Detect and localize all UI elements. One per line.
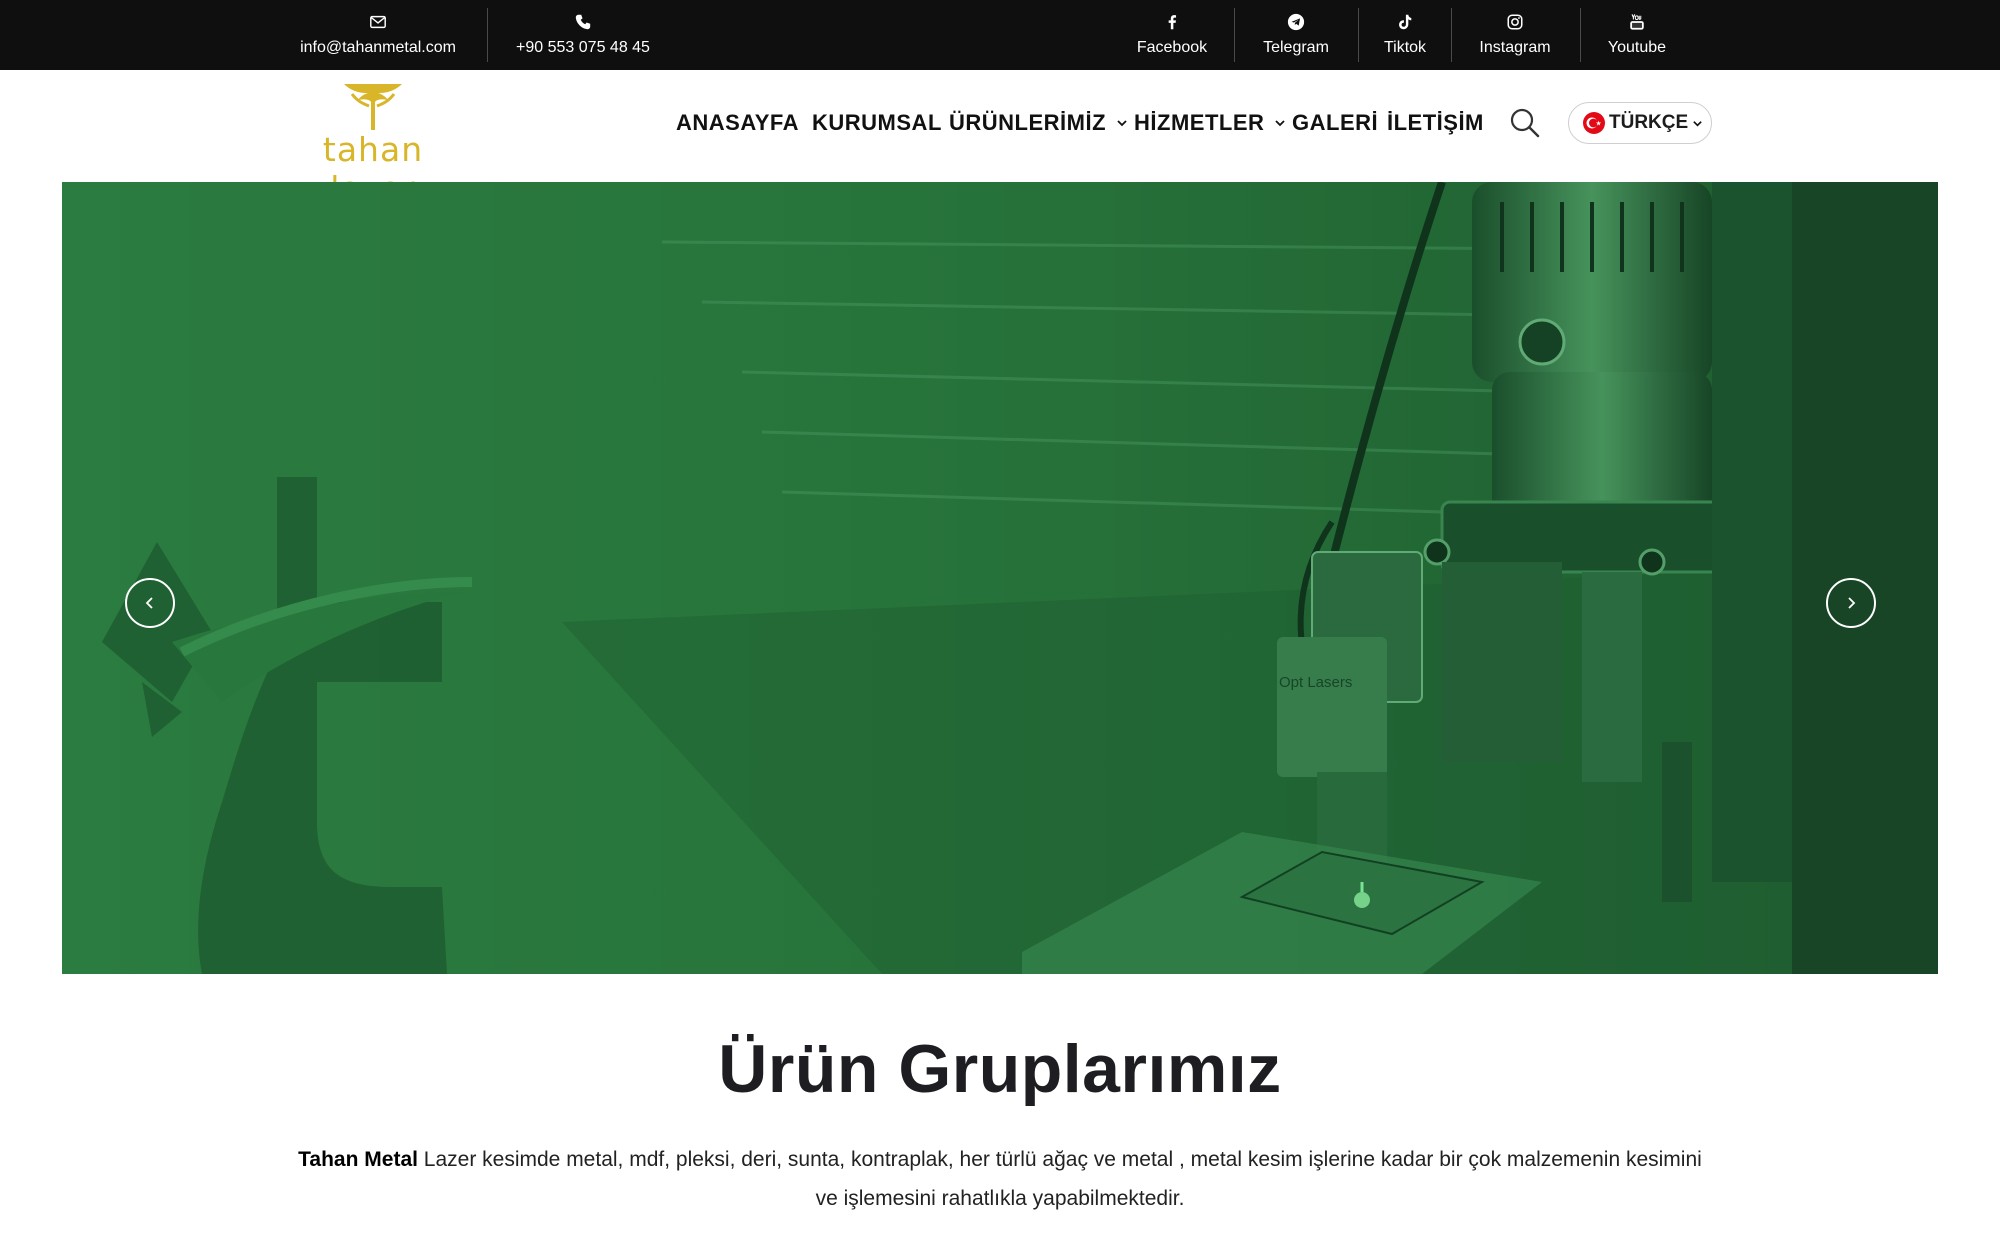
nav-hizmetler[interactable]: HİZMETLER — [1134, 110, 1286, 136]
nav-label: KURUMSAL — [812, 110, 942, 135]
hero-image: Opt Lasers — [62, 182, 1938, 974]
language-label: TÜRKÇE — [1609, 112, 1689, 133]
brand-name: Tahan Metal — [298, 1148, 418, 1171]
social-telegram[interactable]: Telegram — [1252, 0, 1340, 70]
nav-label: ÜRÜNLERİMİZ — [949, 110, 1107, 135]
facebook-icon — [1168, 15, 1177, 30]
tiktok-icon — [1399, 14, 1412, 30]
social-facebook[interactable]: Facebook — [1130, 0, 1214, 70]
instagram-icon — [1507, 14, 1523, 30]
divider — [1234, 8, 1235, 62]
top-bar: info@tahanmetal.com +90 553 075 48 45 Fa… — [0, 0, 2000, 70]
social-instagram[interactable]: Instagram — [1470, 0, 1560, 70]
email-link[interactable]: info@tahanmetal.com — [290, 0, 466, 70]
chevron-down-icon — [1117, 120, 1127, 127]
divider — [1451, 8, 1452, 62]
chevron-left-icon — [145, 597, 153, 609]
turkey-flag-icon — [1583, 112, 1605, 134]
nav-label: HİZMETLER — [1134, 110, 1265, 135]
search-icon — [1510, 108, 1540, 138]
social-label: Youtube — [1607, 39, 1667, 56]
nav-urunlerimiz[interactable]: ÜRÜNLERİMİZ — [949, 110, 1128, 136]
nav-galeri[interactable]: GALERİ — [1292, 110, 1378, 136]
phone-icon — [575, 14, 591, 30]
social-label: Telegram — [1263, 39, 1329, 56]
chevron-down-icon — [1693, 120, 1702, 127]
phone-link[interactable]: +90 553 075 48 45 — [512, 0, 654, 70]
slider-prev-button[interactable] — [125, 578, 175, 628]
telegram-icon — [1287, 13, 1305, 31]
description-text: Lazer kesimde metal, mdf, pleksi, deri, … — [423, 1148, 1702, 1210]
slider-next-button[interactable] — [1826, 578, 1876, 628]
social-label: Instagram — [1479, 39, 1551, 56]
language-selector[interactable]: TÜRKÇE — [1568, 102, 1712, 144]
nav-anasayfa[interactable]: ANASAYFA — [676, 110, 799, 136]
search-button[interactable] — [1508, 106, 1542, 140]
hero-slider: Opt Lasers — [62, 182, 1938, 974]
social-tiktok[interactable]: Tiktok — [1376, 0, 1434, 70]
logo[interactable]: tahan lazer — [278, 82, 468, 208]
divider — [487, 8, 488, 62]
main-header: tahan lazer ANASAYFA KURUMSAL ÜRÜNLERİMİ… — [0, 70, 2000, 208]
nav-kurumsal[interactable]: KURUMSAL — [812, 110, 942, 136]
nav-label: İLETİŞİM — [1387, 110, 1484, 135]
divider — [1358, 8, 1359, 62]
chevron-right-icon — [1848, 597, 1856, 609]
social-label: Facebook — [1136, 39, 1208, 56]
nav-label: ANASAYFA — [676, 110, 799, 135]
social-youtube[interactable]: Youtube — [1598, 0, 1676, 70]
email-text: info@tahanmetal.com — [300, 39, 456, 56]
section-title: Ürün Gruplarımız — [718, 1031, 1282, 1107]
phone-text: +90 553 075 48 45 — [516, 39, 650, 56]
nav-iletisim[interactable]: İLETİŞİM — [1387, 110, 1484, 136]
section-description: Tahan Metal Lazer kesimde metal, mdf, pl… — [290, 1140, 1710, 1218]
social-label: Tiktok — [1383, 39, 1427, 56]
chevron-down-icon — [1275, 120, 1286, 127]
nav-label: GALERİ — [1292, 110, 1379, 135]
envelope-icon — [370, 15, 386, 29]
youtube-icon — [1630, 14, 1644, 30]
divider — [1580, 8, 1581, 62]
